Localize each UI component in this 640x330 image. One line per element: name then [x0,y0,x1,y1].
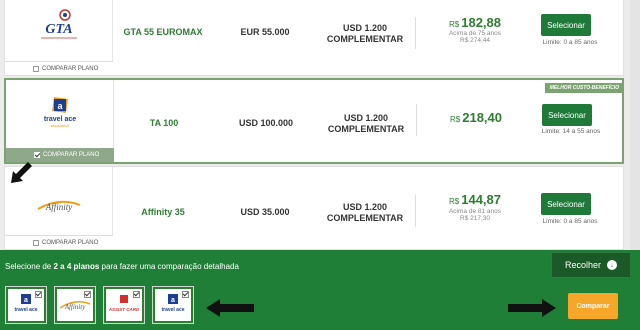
plan-price: R$ 218,40 [436,110,516,125]
divider [415,17,416,49]
compare-plan-label: COMPARAR PLANO [42,65,99,72]
collapse-button[interactable]: Recolher ↓ [551,252,631,278]
plan-coverage: USD 100.000 [238,118,294,128]
instructions-bold: 2 a 4 planos [53,262,100,271]
page: GTA COMPARAR PLANO GTA 55 EUROMAX EUR 55… [0,0,640,330]
svg-text:travel ace: travel ace [161,307,184,313]
selected-plan-thumb-travel-ace-2[interactable]: a travel ace [152,286,194,324]
compare-button[interactable]: Comparar [568,293,618,319]
svg-text:Affinity: Affinity [64,303,87,311]
checked-checkbox-icon [84,291,91,298]
age-limit: Limite: 0 a 85 anos [542,39,598,46]
svg-text:a: a [171,297,175,304]
price-currency: R$ [450,115,461,124]
svg-text:ASSIST CARD: ASSIST CARD [108,307,140,312]
arrow-down-circle-icon: ↓ [607,260,618,270]
checked-checkbox-icon [182,291,189,298]
price-old: R$ 274,44 [460,37,490,44]
plan-card-gta: GTA COMPARAR PLANO GTA 55 EUROMAX EUR 55… [4,0,624,76]
checkbox-icon [33,239,39,246]
plan-card-travel-ace: MELHOR CUSTO-BENEFÍCIO a travel ace assi… [4,78,624,164]
compare-instructions: Selecione de 2 a 4 planos para fazer uma… [5,262,239,271]
checked-checkbox-icon [34,152,40,158]
compare-plan-checkbox[interactable]: COMPARAR PLANO [5,61,113,75]
plan-extra: USD 1.200 COMPLEMENTAR [311,113,421,135]
price-value: 144,87 [461,192,501,207]
select-plan-button[interactable]: Selecionar [541,193,591,215]
plan-extra-line2: COMPLEMENTAR [326,213,404,223]
price-old: R$ 217,30 [460,215,490,222]
compare-plan-checkbox[interactable]: COMPARAR PLANO [5,235,113,249]
compare-plan-label: COMPARAR PLANO [43,152,100,158]
travel-ace-logo-sub: assistance [50,123,70,128]
price-currency: R$ [449,20,460,29]
select-plan-button[interactable]: Selecionar [542,104,592,126]
travel-ace-logo-text: travel ace [43,116,75,123]
plan-extra: USD 1.200 COMPLEMENTAR [310,202,420,224]
plan-card-affinity: Affinity COMPARAR PLANO Affinity 35 USD … [4,166,624,250]
plan-price: R$ 144,87 [435,192,515,207]
divider [416,104,417,136]
checkbox-icon [33,65,39,72]
plan-extra-line2: COMPLEMENTAR [327,124,405,134]
selected-plan-thumb-assist-card[interactable]: ASSIST CARD [103,286,145,324]
affinity-logo-text: Affinity [44,202,72,212]
annotation-arrow-right-icon [508,299,556,317]
select-plan-button[interactable]: Selecionar [541,14,591,36]
price-currency: R$ [449,197,460,206]
plan-list: GTA COMPARAR PLANO GTA 55 EUROMAX EUR 55… [4,0,628,250]
annotation-arrow-icon [11,162,32,183]
plan-name: TA 100 [149,118,179,128]
checked-checkbox-icon [35,291,42,298]
plan-price: R$ 182,88 [435,15,515,30]
instructions-suffix: para fazer uma comparação detalhada [99,262,239,271]
plan-extra: USD 1.200 COMPLEMENTAR [310,23,420,45]
checked-checkbox-icon [133,291,140,298]
age-limit: Limite: 14 a 55 anos [541,128,601,135]
price-note: Acima de 75 anos [448,30,502,37]
price-value: 182,88 [461,15,501,30]
svg-text:travel ace: travel ace [14,307,37,313]
plan-extra-line1: USD 1.200 [342,202,388,212]
plan-name: GTA 55 EUROMAX [123,27,203,37]
annotation-arrow-left-icon [206,299,254,317]
compare-plan-label: COMPARAR PLANO [42,239,99,246]
age-limit: Limite: 0 a 85 anos [542,218,598,225]
plan-coverage: USD 35.000 [240,207,290,217]
plan-name: Affinity 35 [141,207,185,217]
best-value-badge: MELHOR CUSTO-BENEFÍCIO [544,83,624,93]
logo-area: a travel ace assistance COMPARAR PLANO [6,80,114,162]
travel-ace-logo: a travel ace assistance [40,96,80,136]
plan-extra-line2: COMPLEMENTAR [326,34,404,44]
plan-extra-line1: USD 1.200 [343,113,389,123]
logo-area: GTA COMPARAR PLANO [5,0,113,75]
svg-text:a: a [24,297,28,304]
gta-logo-text: GTA [45,22,72,37]
price-note: Acima de 81 anos [448,208,502,215]
selected-plan-thumb-travel-ace[interactable]: a travel ace [5,286,47,324]
compare-bar: Selecione de 2 a 4 planos para fazer uma… [0,250,640,330]
plan-extra-line1: USD 1.200 [342,23,388,33]
price-value: 218,40 [462,110,502,125]
affinity-logo: Affinity [34,195,84,215]
collapse-label: Recolher [564,260,602,270]
divider [415,195,416,227]
scrollbar[interactable] [630,0,640,250]
instructions-prefix: Selecione de [5,262,54,271]
selected-plan-thumb-affinity[interactable]: Affinity [54,286,96,324]
plan-coverage: EUR 55.000 [240,27,290,37]
gta-logo: GTA [29,7,89,43]
